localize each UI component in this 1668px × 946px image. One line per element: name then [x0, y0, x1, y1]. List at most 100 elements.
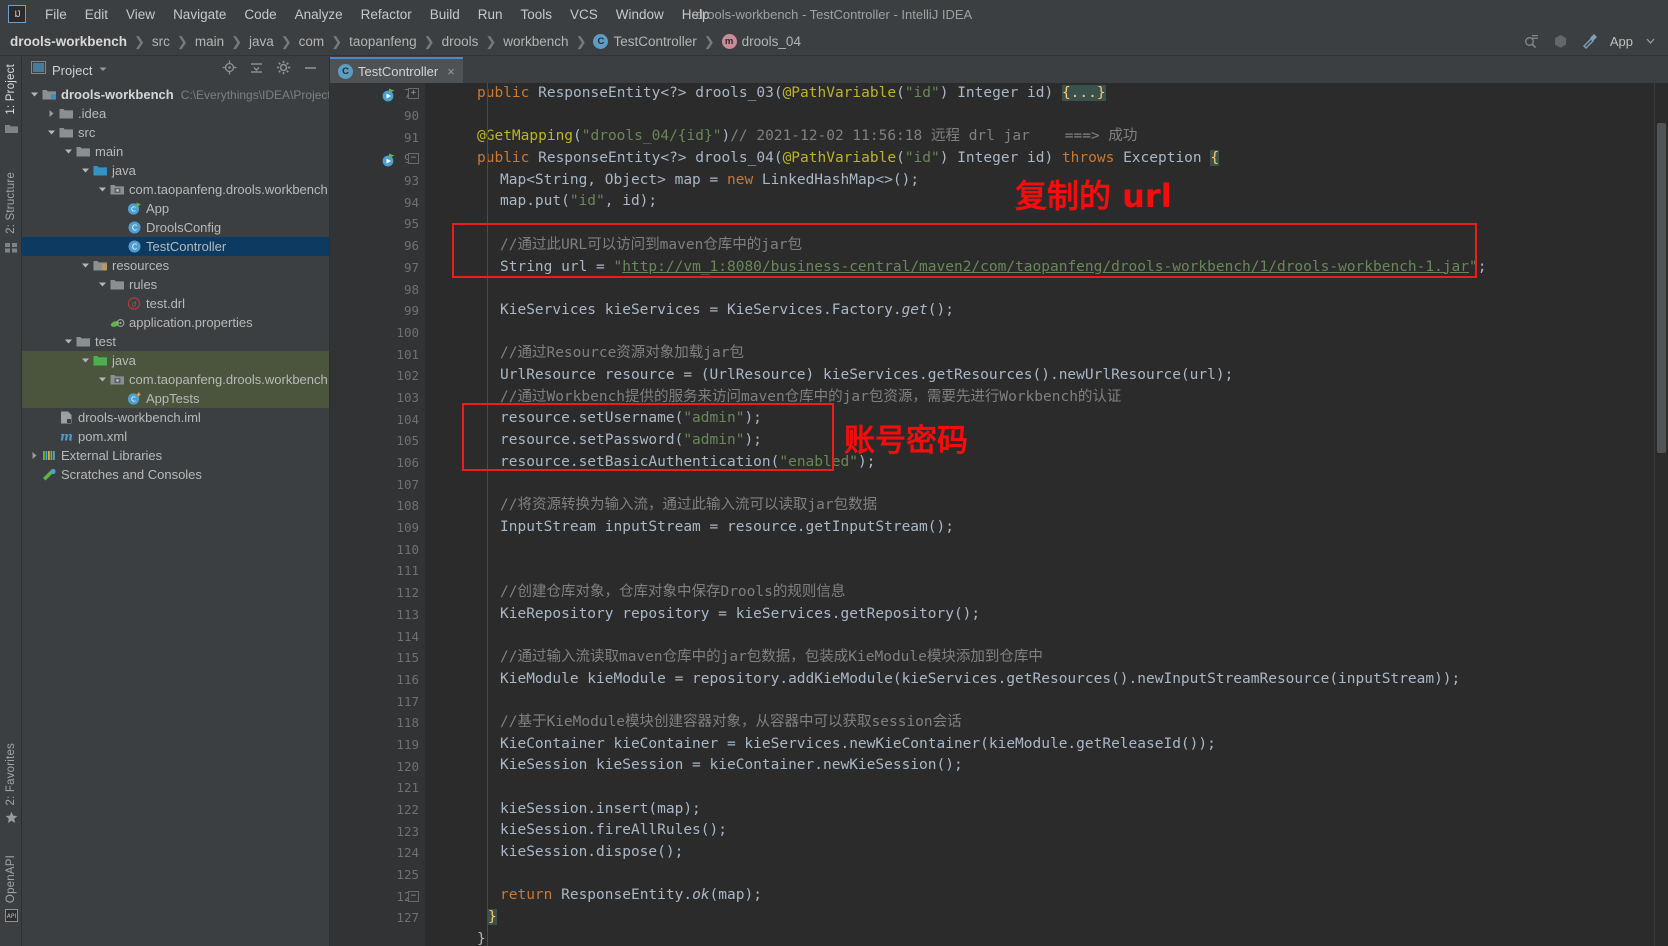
code-line[interactable]: kieSession.dispose();	[435, 842, 1654, 864]
code-line[interactable]: //通过Resource资源对象加载jar包	[435, 343, 1654, 365]
code-line[interactable]: return ResponseEntity.ok(map);	[435, 885, 1654, 907]
code-line[interactable]: InputStream inputStream = resource.getIn…	[435, 517, 1654, 539]
tree-node-pom-xml[interactable]: m pom.xml	[22, 427, 329, 446]
code-line[interactable]	[435, 538, 1654, 560]
code-line[interactable]: //通过Workbench提供的服务来访问maven仓库中的jar包资源，需要先…	[435, 387, 1654, 409]
breadcrumb-item-drools[interactable]: drools	[442, 34, 479, 49]
code-line[interactable]	[435, 213, 1654, 235]
code-line[interactable]: KieServices kieServices = KieServices.Fa…	[435, 300, 1654, 322]
code-line[interactable]	[435, 560, 1654, 582]
tree-node-app[interactable]: C App	[22, 199, 329, 218]
scrollbar-thumb[interactable]	[1657, 123, 1666, 453]
tool-button-structure[interactable]: 2: Structure	[0, 169, 22, 261]
tool-button-openapi[interactable]: OpenAPI API	[0, 852, 22, 930]
tree-node-test[interactable]: test	[22, 332, 329, 351]
breadcrumb-item-main[interactable]: main	[195, 34, 224, 49]
tree-node-scratches-and-consoles[interactable]: Scratches and Consoles	[22, 465, 329, 484]
code-line[interactable]: KieSession kieSession = kieContainer.new…	[435, 755, 1654, 777]
tree-node-drools-workbench[interactable]: drools-workbench C:\Everythings\IDEA\Proj…	[22, 85, 329, 104]
tree-node-java[interactable]: java	[22, 161, 329, 180]
code-line[interactable]	[435, 105, 1654, 127]
code-line[interactable]: kieSession.insert(map);	[435, 799, 1654, 821]
code-line[interactable]: UrlResource resource = (UrlResource) kie…	[435, 365, 1654, 387]
tool-button-project[interactable]: 1: Project	[0, 61, 22, 142]
tool-button-favorites[interactable]: 2: Favorites	[0, 740, 22, 832]
editor-tab-testcontroller[interactable]: C TestController ×	[330, 57, 463, 83]
gear-icon[interactable]	[276, 60, 291, 80]
menu-edit[interactable]: Edit	[76, 4, 117, 25]
chevron-down-icon[interactable]	[45, 128, 58, 137]
locate-icon[interactable]	[222, 60, 237, 80]
chevron-down-icon[interactable]	[62, 147, 75, 156]
close-icon[interactable]: ×	[447, 64, 455, 79]
breadcrumb-item-workbench[interactable]: workbench	[503, 34, 568, 49]
tree-node-src[interactable]: src	[22, 123, 329, 142]
code-line[interactable]	[435, 278, 1654, 300]
menu-refactor[interactable]: Refactor	[352, 4, 421, 25]
tree-node--idea[interactable]: .idea	[22, 104, 329, 123]
chevron-down-icon[interactable]	[96, 280, 109, 289]
chevron-down-icon[interactable]	[79, 166, 92, 175]
chevron-down-icon[interactable]	[79, 356, 92, 365]
menu-tools[interactable]: Tools	[512, 4, 562, 25]
project-tree[interactable]: drools-workbench C:\Everythings\IDEA\Proj…	[22, 83, 329, 946]
fold-toggle[interactable]: −	[408, 890, 419, 902]
menu-window[interactable]: Window	[607, 4, 673, 25]
tree-node-apptests[interactable]: C AppTests	[22, 389, 329, 408]
code-line[interactable]: public ResponseEntity<?> drools_04(@Path…	[435, 148, 1654, 170]
menu-navigate[interactable]: Navigate	[164, 4, 235, 25]
code-line[interactable]: //通过此URL可以访问到maven仓库中的jar包	[435, 235, 1654, 257]
code-line[interactable]	[435, 322, 1654, 344]
tree-node-testcontroller[interactable]: C TestController	[22, 237, 329, 256]
menu-help[interactable]: Help	[673, 4, 719, 25]
breadcrumb-item-drools04[interactable]: m drools_04	[721, 34, 801, 50]
menu-vcs[interactable]: VCS	[561, 4, 607, 25]
breadcrumb-item-testcontroller[interactable]: C TestController	[593, 34, 697, 50]
editor-code[interactable]: public ResponseEntity<?> drools_03(@Path…	[425, 83, 1654, 946]
code-line[interactable]: resource.setPassword("admin");	[435, 430, 1654, 452]
settings-hex-icon[interactable]	[1552, 33, 1569, 50]
code-line[interactable]: KieModule kieModule = repository.addKieM…	[435, 669, 1654, 691]
build-hammer-icon[interactable]	[1581, 33, 1598, 50]
run-method-icon[interactable]	[381, 87, 395, 102]
collapse-all-icon[interactable]	[249, 60, 264, 80]
tree-node-resources[interactable]: resources	[22, 256, 329, 275]
chevron-right-icon[interactable]	[28, 451, 41, 460]
breadcrumb-item-project[interactable]: drools-workbench	[10, 34, 127, 49]
breadcrumb-item-com[interactable]: com	[299, 34, 325, 49]
menu-code[interactable]: Code	[235, 4, 285, 25]
code-line[interactable]: //创建仓库对象，仓库对象中保存Drools的规则信息	[435, 582, 1654, 604]
breadcrumb-item-src[interactable]: src	[152, 34, 170, 49]
code-line[interactable]: String url = "http://vm_1:8080/business-…	[435, 257, 1654, 279]
code-line[interactable]: }	[435, 929, 1654, 946]
tree-node-main[interactable]: main	[22, 142, 329, 161]
code-line[interactable]	[435, 690, 1654, 712]
chevron-right-icon[interactable]	[45, 109, 58, 118]
chevron-down-icon[interactable]	[98, 61, 108, 79]
chevron-down-icon[interactable]	[79, 261, 92, 270]
code-line[interactable]	[435, 864, 1654, 886]
tree-node-java[interactable]: java	[22, 351, 329, 370]
fold-toggle[interactable]: −	[408, 153, 419, 165]
tree-node-droolsconfig[interactable]: C DroolsConfig	[22, 218, 329, 237]
code-line[interactable]: //通过输入流读取maven仓库中的jar包数据，包装成KieModule模块添…	[435, 647, 1654, 669]
code-line[interactable]: //基于KieModule模块创建容器对象，从容器中可以获取session会话	[435, 712, 1654, 734]
chevron-down-icon[interactable]	[96, 185, 109, 194]
code-line[interactable]: KieRepository repository = kieServices.g…	[435, 604, 1654, 626]
tree-node-rules[interactable]: rules	[22, 275, 329, 294]
code-line[interactable]	[435, 625, 1654, 647]
code-line[interactable]: public ResponseEntity<?> drools_03(@Path…	[435, 83, 1654, 105]
chevron-down-icon[interactable]	[62, 337, 75, 346]
tree-node-com-taopanfeng-drools-workbench[interactable]: com.taopanfeng.drools.workbench	[22, 180, 329, 199]
run-method-icon[interactable]	[381, 152, 395, 167]
tree-node-external-libraries[interactable]: External Libraries	[22, 446, 329, 465]
tree-node-test-drl[interactable]: d test.drl	[22, 294, 329, 313]
menu-analyze[interactable]: Analyze	[286, 4, 352, 25]
code-line[interactable]: //将资源转换为输入流，通过此输入流可以读取jar包数据	[435, 495, 1654, 517]
editor-scrollbar[interactable]	[1654, 83, 1668, 946]
tree-node-com-taopanfeng-drools-workbench[interactable]: com.taopanfeng.drools.workbench	[22, 370, 329, 389]
fold-toggle[interactable]: +	[408, 88, 419, 99]
code-line[interactable]: resource.setBasicAuthentication("enabled…	[435, 452, 1654, 474]
chevron-down-icon[interactable]	[96, 375, 109, 384]
chevron-down-icon[interactable]	[1645, 33, 1662, 50]
